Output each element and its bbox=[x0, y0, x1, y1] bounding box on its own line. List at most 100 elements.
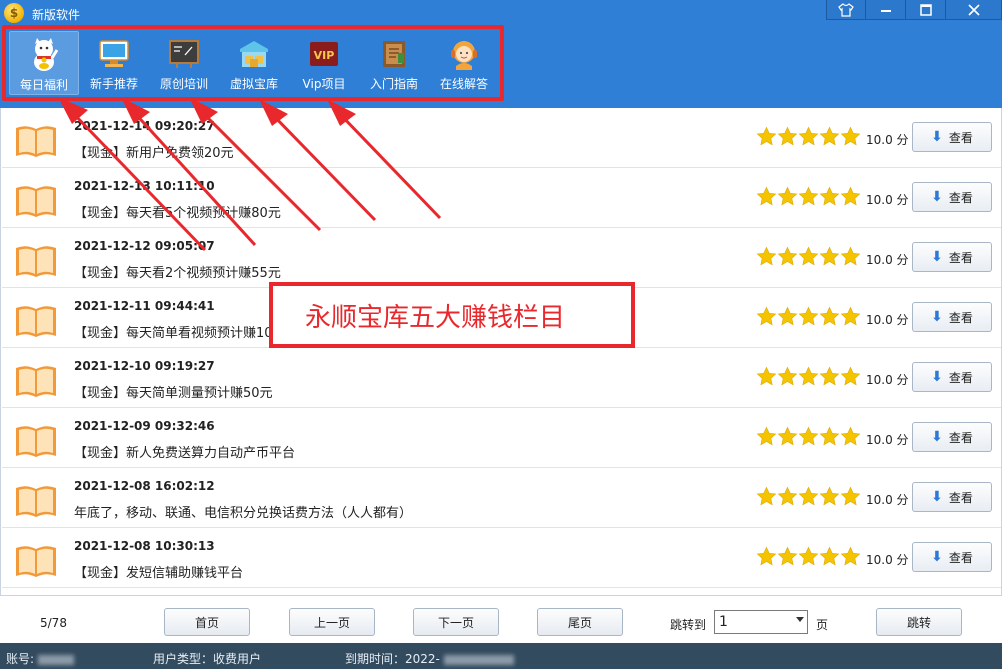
guide-book-icon bbox=[377, 37, 411, 71]
star-icon bbox=[840, 546, 861, 567]
download-arrow-icon: ⬇ bbox=[931, 309, 943, 325]
view-button[interactable]: ⬇ 查看 bbox=[912, 242, 992, 272]
book-icon bbox=[14, 544, 58, 578]
first-page-button[interactable]: 首页 bbox=[164, 608, 250, 636]
star-icon bbox=[756, 126, 777, 147]
item-title[interactable]: 【现金】每天看5个视频预计赚80元 bbox=[74, 202, 281, 221]
star-icon bbox=[777, 366, 798, 387]
star-icon bbox=[819, 426, 840, 447]
view-button[interactable]: ⬇ 查看 bbox=[912, 542, 992, 572]
monitor-icon bbox=[97, 37, 131, 71]
jump-button[interactable]: 跳转 bbox=[876, 608, 962, 636]
item-title[interactable]: 【现金】每天看2个视频预计赚55元 bbox=[74, 262, 281, 281]
item-title[interactable]: 【现金】发短信辅助赚钱平台 bbox=[74, 562, 243, 581]
item-title[interactable]: 年底了，移动、联通、电信积分兑换话费方法（人人都有） bbox=[74, 502, 412, 521]
view-button[interactable]: ⬇ 查看 bbox=[912, 182, 992, 212]
star-icon bbox=[756, 366, 777, 387]
star-icon bbox=[798, 486, 819, 507]
rating-stars bbox=[756, 126, 861, 147]
item-score: 10.0 分 bbox=[866, 133, 909, 147]
tool-label: 每日福利 bbox=[19, 78, 68, 92]
prev-page-button[interactable]: 上一页 bbox=[289, 608, 375, 636]
rating-stars bbox=[756, 426, 861, 447]
star-icon bbox=[819, 306, 840, 327]
item-score: 10.0 分 bbox=[866, 313, 909, 327]
rating-stars bbox=[756, 186, 861, 207]
view-button[interactable]: ⬇ 查看 bbox=[912, 302, 992, 332]
star-icon bbox=[777, 126, 798, 147]
tool-original-training[interactable]: 原创培训 bbox=[149, 31, 219, 95]
star-icon bbox=[840, 486, 861, 507]
star-icon bbox=[798, 186, 819, 207]
star-icon bbox=[798, 366, 819, 387]
view-button-label: 查看 bbox=[948, 550, 973, 565]
view-button-label: 查看 bbox=[948, 430, 973, 445]
book-icon bbox=[14, 484, 58, 518]
star-icon bbox=[777, 306, 798, 327]
view-button[interactable]: ⬇ 查看 bbox=[912, 422, 992, 452]
pager: 5/78 首页 上一页 下一页 尾页 跳转到 1 页 跳转 bbox=[0, 595, 1002, 643]
minimize-icon[interactable] bbox=[866, 0, 906, 20]
item-title[interactable]: 【现金】新用户免费领20元 bbox=[74, 142, 234, 161]
jump-page-select[interactable]: 1 bbox=[714, 610, 808, 634]
rating-stars bbox=[756, 366, 861, 387]
tool-online-answer[interactable]: 在线解答 bbox=[429, 31, 499, 95]
list-item[interactable]: 2021-12-08 10:30:13 【现金】发短信辅助赚钱平台 10.0 分… bbox=[2, 528, 1001, 588]
star-icon bbox=[840, 186, 861, 207]
item-date: 2021-12-14 09:20:27 bbox=[74, 119, 215, 133]
list-item[interactable]: 2021-12-09 09:32:46 【现金】新人免费送算力自动产币平台 10… bbox=[2, 408, 1001, 468]
tool-vip-project[interactable]: VIP Vip项目 bbox=[289, 31, 359, 95]
list-item[interactable]: 2021-12-13 10:11:10 【现金】每天看5个视频预计赚80元 10… bbox=[2, 168, 1001, 228]
star-icon bbox=[798, 426, 819, 447]
item-date: 2021-12-08 10:30:13 bbox=[74, 539, 215, 553]
view-button[interactable]: ⬇ 查看 bbox=[912, 122, 992, 152]
chevron-down-icon bbox=[796, 617, 804, 622]
masked-account bbox=[38, 654, 75, 665]
download-arrow-icon: ⬇ bbox=[931, 489, 943, 505]
item-title[interactable]: 【现金】每天简单看视频预计赚10多元 bbox=[74, 322, 299, 341]
list-item[interactable]: 2021-12-10 09:19:27 【现金】每天简单测量预计赚50元 10.… bbox=[2, 348, 1001, 408]
star-icon bbox=[840, 426, 861, 447]
tool-virtual-treasury[interactable]: 虚拟宝库 bbox=[219, 31, 289, 95]
tool-beginner-recommend[interactable]: 新手推荐 bbox=[79, 31, 149, 95]
item-date: 2021-12-13 10:11:10 bbox=[74, 179, 215, 193]
item-date: 2021-12-12 09:05:07 bbox=[74, 239, 215, 253]
star-icon bbox=[819, 246, 840, 267]
star-icon bbox=[777, 246, 798, 267]
list-item[interactable]: 2021-12-08 16:02:12 年底了，移动、联通、电信积分兑换话费方法… bbox=[2, 468, 1001, 528]
tool-label: 在线解答 bbox=[439, 77, 488, 91]
star-icon bbox=[777, 486, 798, 507]
tool-label: 原创培训 bbox=[159, 77, 208, 91]
expire-label: 到期时间：2022- bbox=[345, 652, 440, 666]
item-title[interactable]: 【现金】每天简单测量预计赚50元 bbox=[74, 382, 273, 401]
book-icon bbox=[14, 184, 58, 218]
book-icon bbox=[14, 124, 58, 158]
last-page-button[interactable]: 尾页 bbox=[537, 608, 623, 636]
overlay-annotation: 永顺宝库五大赚钱栏目 bbox=[269, 282, 635, 348]
star-icon bbox=[819, 546, 840, 567]
download-arrow-icon: ⬇ bbox=[931, 129, 943, 145]
jump-label: 跳转到 bbox=[670, 618, 707, 632]
list-item[interactable]: 2021-12-14 09:20:27 【现金】新用户免费领20元 10.0 分… bbox=[2, 108, 1001, 168]
view-button[interactable]: ⬇ 查看 bbox=[912, 482, 992, 512]
tool-daily-welfare[interactable]: 每日福利 bbox=[9, 31, 79, 95]
next-page-button[interactable]: 下一页 bbox=[413, 608, 499, 636]
book-icon bbox=[14, 244, 58, 278]
masked-expire-date bbox=[443, 654, 514, 665]
main-toolbar: 每日福利 新手推荐 原创培训 虚拟宝库 VIP Vip项目 入门指南 在线解答 bbox=[9, 31, 499, 95]
item-score: 10.0 分 bbox=[866, 253, 909, 267]
rating-stars bbox=[756, 486, 861, 507]
maximize-icon[interactable] bbox=[906, 0, 946, 20]
account-label: 账号: bbox=[6, 652, 35, 666]
tool-label: Vip项目 bbox=[302, 77, 346, 91]
star-icon bbox=[798, 306, 819, 327]
tool-getting-started[interactable]: 入门指南 bbox=[359, 31, 429, 95]
view-button[interactable]: ⬇ 查看 bbox=[912, 362, 992, 392]
item-score: 10.0 分 bbox=[866, 493, 909, 507]
skin-shirt-icon[interactable] bbox=[826, 0, 866, 20]
close-icon[interactable] bbox=[946, 0, 1002, 20]
star-icon bbox=[840, 246, 861, 267]
list-item[interactable]: 2021-12-12 09:05:07 【现金】每天看2个视频预计赚55元 10… bbox=[2, 228, 1001, 288]
jump-page-value: 1 bbox=[719, 614, 728, 630]
item-title[interactable]: 【现金】新人免费送算力自动产币平台 bbox=[74, 442, 295, 461]
